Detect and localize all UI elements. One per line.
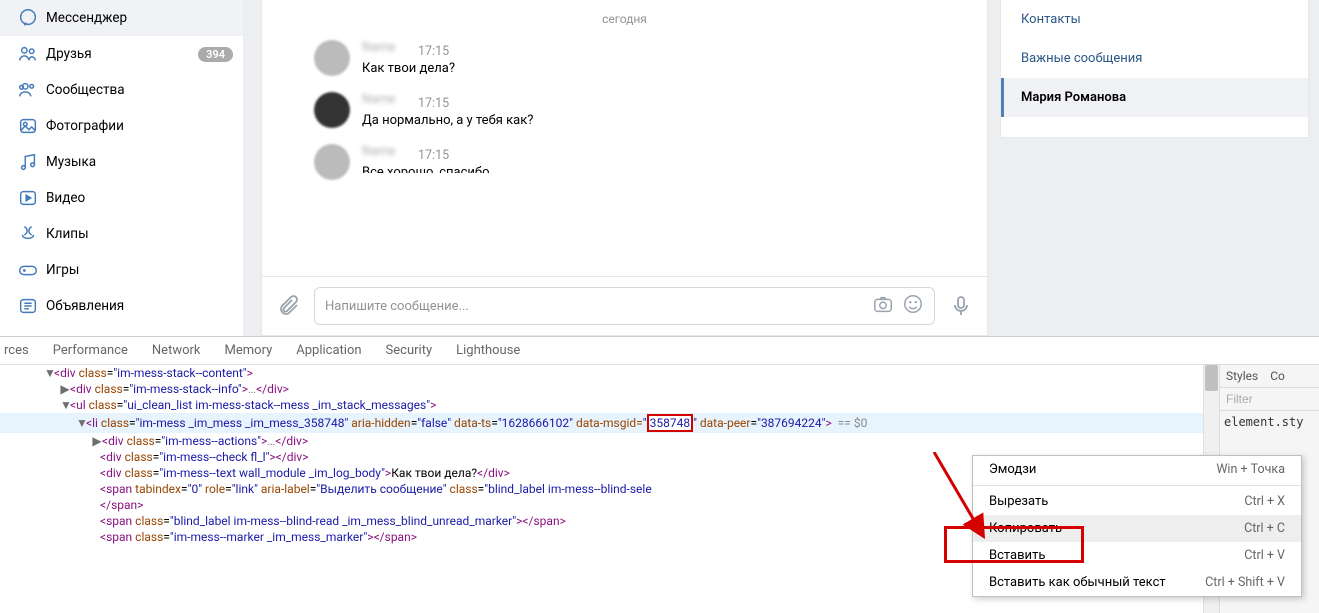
sidebar-label: Музыка (46, 154, 237, 170)
message-header: Name17:15 (362, 40, 455, 59)
games-icon (10, 259, 46, 281)
communities-icon (10, 79, 46, 101)
devtools-tab[interactable]: rces (4, 343, 29, 358)
message-header: Name17:15 (362, 92, 533, 111)
chat-column: сегодня Name17:15 Как твои дела? Name17:… (261, 0, 988, 336)
right-panel: Контакты Важные сообщения Мария Романова (1000, 0, 1309, 138)
message-row[interactable]: Name17:15 Все хорошо, спасибо (262, 144, 987, 180)
ctx-separator (973, 485, 1301, 486)
sidebar-item-music[interactable]: Музыка (0, 144, 243, 180)
devtools-tab[interactable]: Application (296, 343, 361, 358)
style-body: element.sty (1220, 411, 1319, 433)
message-row[interactable]: Name17:15 Как твои дела? (262, 40, 987, 92)
sidebar-label: Мессенджер (46, 10, 237, 26)
message-input[interactable] (325, 299, 864, 314)
ads-icon (10, 295, 46, 317)
sidebar-label: Фотографии (46, 118, 237, 134)
devtools-tab[interactable]: Network (152, 343, 201, 358)
sidebar-item-clips[interactable]: Клипы (0, 216, 243, 252)
right-item-active[interactable]: Мария Романова (1001, 78, 1308, 117)
message-time: 17:15 (418, 148, 449, 163)
devtools-tabs: rces Performance Network Memory Applicat… (0, 337, 1319, 365)
ctx-item-paste-plain[interactable]: Вставить как обычный текстCtrl + Shift +… (973, 569, 1301, 596)
devtools-tab[interactable]: Performance (53, 343, 128, 358)
message-row[interactable]: Name17:15 Да нормально, а у тебя как? (262, 92, 987, 144)
messenger-icon (10, 7, 46, 29)
devtools-tab[interactable]: Lighthouse (456, 343, 520, 358)
devtools-tab[interactable]: Memory (225, 343, 273, 358)
sidebar-item-messenger[interactable]: Мессенджер (0, 0, 243, 36)
friends-icon (10, 43, 46, 65)
devtools-tab[interactable]: Security (386, 343, 433, 358)
sidebar-label: Сообщества (46, 82, 237, 98)
sidebar: Мессенджер Друзья 394 Сообщества Фотогра… (0, 0, 243, 336)
sidebar-item-games[interactable]: Игры (0, 252, 243, 288)
ctx-item-paste[interactable]: ВставитьCtrl + V (973, 542, 1301, 569)
sidebar-item-ads[interactable]: Объявления (0, 288, 243, 324)
clips-icon (10, 223, 46, 245)
ctx-item-copy[interactable]: КопироватьCtrl + C (973, 515, 1301, 542)
sidebar-label: Видео (46, 190, 237, 206)
attach-button[interactable] (274, 292, 302, 320)
sidebar-item-communities[interactable]: Сообщества (0, 72, 243, 108)
devtools-side-tab[interactable]: Styles (1226, 369, 1258, 383)
sidebar-label: Друзья (46, 46, 198, 62)
photos-icon (10, 115, 46, 137)
message-header: Name17:15 (362, 144, 489, 163)
date-separator: сегодня (262, 4, 987, 40)
ctx-item-cut[interactable]: ВырезатьCtrl + X (973, 488, 1301, 515)
music-icon (10, 151, 46, 173)
message-time: 17:15 (418, 44, 449, 59)
right-item-important[interactable]: Важные сообщения (1001, 39, 1308, 78)
context-menu: ЭмодзиWin + Точка ВырезатьCtrl + X Копир… (972, 455, 1302, 597)
right-item-contacts[interactable]: Контакты (1001, 0, 1308, 39)
devtools-side-tab[interactable]: Co (1270, 369, 1285, 383)
sidebar-label: Игры (46, 262, 237, 278)
mic-button[interactable] (947, 292, 975, 320)
message-text: Все хорошо, спасибо (362, 165, 489, 173)
emoji-icon[interactable] (902, 293, 924, 319)
highlighted-msgid: 358748 (647, 414, 693, 432)
sidebar-label: Объявления (46, 298, 237, 314)
message-text: Как твои дела? (362, 61, 455, 76)
video-icon (10, 187, 46, 209)
ctx-item-emoji[interactable]: ЭмодзиWin + Точка (973, 456, 1301, 483)
selected-dom-node: ▼<li class="im-mess _im_mess _im_mess_35… (0, 413, 1219, 433)
sidebar-item-video[interactable]: Видео (0, 180, 243, 216)
message-time: 17:15 (418, 96, 449, 111)
avatar[interactable] (314, 92, 350, 128)
chat-body: сегодня Name17:15 Как твои дела? Name17:… (262, 0, 987, 276)
sidebar-item-photos[interactable]: Фотографии (0, 108, 243, 144)
message-text: Да нормально, а у тебя как? (362, 113, 533, 128)
camera-icon[interactable] (872, 293, 894, 319)
filter-input[interactable]: Filter (1220, 388, 1319, 411)
composer-input-wrap (314, 287, 935, 325)
composer (262, 276, 987, 335)
avatar[interactable] (314, 144, 350, 180)
badge: 394 (198, 47, 233, 62)
avatar[interactable] (314, 40, 350, 76)
sidebar-label: Клипы (46, 226, 237, 242)
sidebar-item-friends[interactable]: Друзья 394 (0, 36, 243, 72)
